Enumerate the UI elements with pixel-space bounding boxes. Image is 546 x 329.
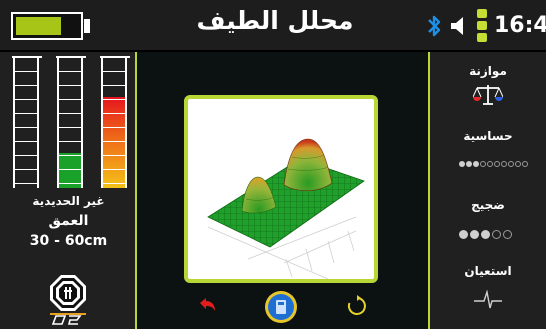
right-panel: موازنة حساسية ضجيج استعيان	[430, 52, 546, 329]
meter-2	[56, 56, 86, 188]
spectrum-plot	[184, 95, 378, 283]
level-dot	[515, 161, 521, 167]
level-dot	[480, 161, 486, 167]
battery-icon	[11, 12, 83, 40]
refresh-icon[interactable]	[346, 295, 368, 317]
depth-label: العمق	[48, 213, 89, 229]
waveform-icon[interactable]	[474, 290, 502, 310]
scale-icon[interactable]	[473, 83, 503, 107]
brand-logo-icon	[50, 275, 86, 311]
signal-strength-icon	[477, 9, 487, 43]
noise-level[interactable]	[459, 230, 512, 239]
status-bar: محلل الطيف 16:40	[0, 0, 546, 50]
depth-value: 30 - 60cm	[29, 233, 108, 249]
brand-wordmark	[50, 313, 86, 325]
bluetooth-icon[interactable]	[427, 14, 441, 38]
metal-type: غير الحديدية	[32, 194, 105, 208]
level-dot	[481, 230, 490, 239]
response-label: استعيان	[464, 264, 512, 278]
undo-arrow-icon[interactable]	[197, 297, 217, 315]
battery-cap	[84, 19, 90, 33]
balance-label: موازنة	[469, 64, 507, 78]
save-button[interactable]	[265, 291, 297, 323]
level-dot	[494, 161, 500, 167]
3d-surface-plot	[207, 138, 365, 280]
detector-screen: محلل الطيف 16:40 غير ا	[0, 0, 546, 329]
level-dot	[473, 161, 479, 167]
page-title: محلل الطيف	[196, 6, 354, 35]
clock: 16:40	[494, 13, 546, 38]
level-dot	[459, 230, 468, 239]
noise-label: ضجيج	[471, 198, 505, 212]
spectrum-view	[137, 52, 430, 329]
speaker-icon[interactable]	[449, 16, 469, 36]
level-dot	[522, 161, 528, 167]
left-panel: غير الحديدية العمق 30 - 60cm	[0, 52, 137, 329]
level-dot	[466, 161, 472, 167]
level-dot	[459, 161, 465, 167]
level-dot	[503, 230, 512, 239]
save-icon	[268, 294, 294, 320]
battery-level	[16, 17, 61, 35]
level-dot	[470, 230, 479, 239]
meter-1	[12, 56, 42, 188]
sensitivity-label: حساسية	[463, 129, 513, 143]
level-dot	[508, 161, 514, 167]
level-dot	[487, 161, 493, 167]
meter-3	[100, 56, 130, 188]
sensitivity-level[interactable]	[459, 161, 528, 167]
level-dot	[501, 161, 507, 167]
level-dot	[492, 230, 501, 239]
